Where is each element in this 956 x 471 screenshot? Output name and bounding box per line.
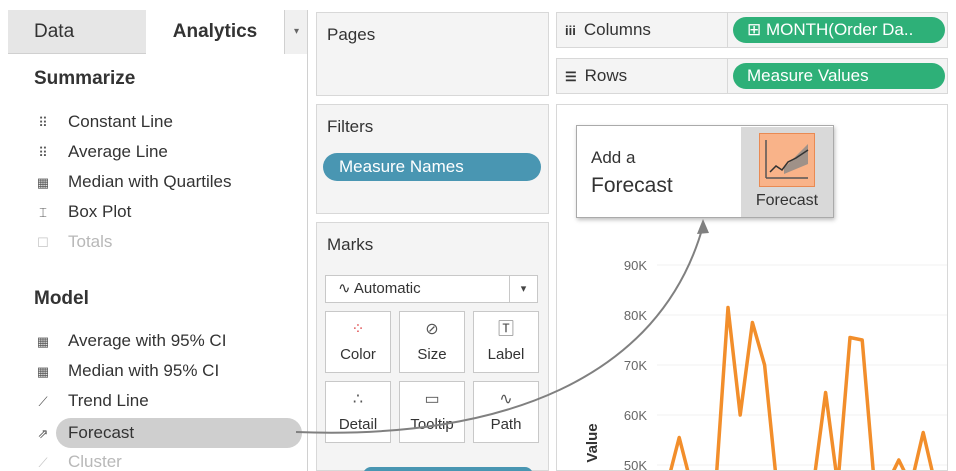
y-tick-label: 80K xyxy=(624,308,647,323)
callout-line-2: Forecast xyxy=(591,174,673,197)
filters-shelf[interactable]: Filters Measure Names xyxy=(316,104,549,214)
month-order-date-pill[interactable]: ⊞ MONTH(Order Da.. xyxy=(733,17,945,43)
item-label: Median with 95% CI xyxy=(68,361,220,380)
mark-type-dropdown[interactable]: ∿ Automatic ▾ xyxy=(325,275,538,303)
label-button[interactable]: 🅃 Label xyxy=(473,311,539,373)
totals-icon: ☐ xyxy=(37,235,49,250)
tab-data[interactable]: Data xyxy=(8,10,146,54)
item-label: Median with Quartiles xyxy=(68,172,232,191)
forecast-icon: ⇗ xyxy=(37,426,49,441)
size-icon: ⊘ xyxy=(425,321,439,338)
marks-field-pill[interactable] xyxy=(363,467,533,471)
item-label: Average Line xyxy=(68,142,168,161)
item-label: Trend Line xyxy=(68,391,149,410)
tooltip-label: Tooltip xyxy=(410,416,454,433)
chevron-down-icon[interactable]: ▾ xyxy=(509,276,537,302)
summarize-item-average-line[interactable]: ⠿ Average Line xyxy=(30,139,168,165)
item-label: Constant Line xyxy=(68,112,173,131)
detail-label: Detail xyxy=(338,416,378,433)
detail-icon: ∴ xyxy=(352,391,364,408)
item-label: Box Plot xyxy=(68,202,132,221)
forecast-tile-label: Forecast xyxy=(755,192,819,209)
analytics-pane: Data Analytics ▾ Summarize ⠿ Constant Lin… xyxy=(8,10,308,471)
series-line xyxy=(669,305,934,470)
item-label: Totals xyxy=(68,232,113,251)
path-icon: ∿ xyxy=(499,391,513,408)
columns-icon: iii xyxy=(565,23,576,38)
marks-title: Marks xyxy=(327,235,374,254)
add-forecast-callout: Add a Forecast Forecast xyxy=(576,125,834,218)
pane-menu-icon[interactable]: ▾ xyxy=(284,10,307,54)
item-label: Cluster xyxy=(68,452,122,471)
y-axis-label: Value xyxy=(584,423,601,462)
summarize-heading: Summarize xyxy=(34,68,136,89)
rows-shelf[interactable]: ☰ Rows Measure Values xyxy=(556,58,948,94)
measure-values-pill[interactable]: Measure Values xyxy=(733,63,945,89)
size-label: Size xyxy=(417,346,447,363)
color-icon: ⁘ xyxy=(351,321,365,338)
tooltip-icon: ▭ xyxy=(424,391,440,408)
model-item-cluster: ⟋ Cluster xyxy=(30,449,122,471)
item-label: Average with 95% CI xyxy=(68,331,227,350)
model-heading: Model xyxy=(34,288,89,309)
path-button[interactable]: ∿ Path xyxy=(473,381,539,443)
path-label: Path xyxy=(490,416,522,433)
tooltip-button[interactable]: ▭ Tooltip xyxy=(399,381,465,443)
median-quartiles-icon: ▦ xyxy=(36,175,50,190)
box-plot-icon: ⌶ xyxy=(39,205,47,220)
columns-shelf-label: iii Columns xyxy=(565,13,651,48)
pages-title: Pages xyxy=(327,25,376,44)
tab-analytics[interactable]: Analytics xyxy=(146,10,284,54)
y-tick-label: 70K xyxy=(624,358,647,373)
summarize-item-box-plot[interactable]: ⌶ Box Plot xyxy=(30,199,131,225)
detail-button[interactable]: ∴ Detail xyxy=(325,381,391,443)
line-mark-icon: ∿ xyxy=(338,280,351,297)
columns-label-text: Columns xyxy=(583,20,651,39)
pages-shelf[interactable]: Pages xyxy=(316,12,549,96)
constant-line-icon: ⠿ xyxy=(38,115,48,130)
summarize-item-totals: ☐ Totals xyxy=(30,229,112,255)
y-tick-label: 90K xyxy=(624,258,647,273)
trend-line-icon: ⟋ xyxy=(38,394,48,409)
divider xyxy=(727,13,728,47)
rows-label-text: Rows xyxy=(584,66,628,85)
label-icon: 🅃 xyxy=(497,321,514,338)
pane-tab-bar: Data Analytics ▾ xyxy=(8,10,307,54)
cluster-icon: ⟋ xyxy=(38,455,48,470)
marks-card: Marks ∿ Automatic ▾ ⁘ Color ⊘ Size 🅃 Lab… xyxy=(316,222,549,471)
forecast-drop-target[interactable]: Forecast xyxy=(741,127,833,217)
measure-names-filter-pill[interactable]: Measure Names xyxy=(323,153,541,181)
callout-line-1: Add a xyxy=(591,148,636,167)
summarize-item-constant-line[interactable]: ⠿ Constant Line xyxy=(30,109,173,135)
summarize-item-median-quartiles[interactable]: ▦ Median with Quartiles xyxy=(30,169,232,195)
color-label: Color xyxy=(340,346,376,363)
y-tick-label: 60K xyxy=(624,408,647,423)
mark-type-label: Automatic xyxy=(353,280,421,297)
label-label: Label xyxy=(487,346,525,363)
color-button[interactable]: ⁘ Color xyxy=(325,311,391,373)
forecast-chart-icon xyxy=(759,133,815,187)
average-ci-icon: ▦ xyxy=(36,334,50,349)
size-button[interactable]: ⊘ Size xyxy=(399,311,465,373)
median-ci-icon: ▦ xyxy=(36,364,50,379)
rows-shelf-label: ☰ Rows xyxy=(565,59,627,94)
average-line-icon: ⠿ xyxy=(38,145,48,160)
model-item-average-ci[interactable]: ▦ Average with 95% CI xyxy=(30,328,227,354)
model-item-median-ci[interactable]: ▦ Median with 95% CI xyxy=(30,358,219,384)
divider xyxy=(727,59,728,93)
columns-shelf[interactable]: iii Columns ⊞ MONTH(Order Da.. xyxy=(556,12,948,48)
y-tick-label: 50K xyxy=(624,458,647,471)
item-label: Forecast xyxy=(68,423,135,442)
filters-title: Filters xyxy=(327,117,374,136)
rows-icon: ☰ xyxy=(565,69,577,84)
model-item-trend-line[interactable]: ⟋ Trend Line xyxy=(30,388,149,414)
model-item-forecast[interactable]: ⇗ Forecast xyxy=(30,420,135,446)
